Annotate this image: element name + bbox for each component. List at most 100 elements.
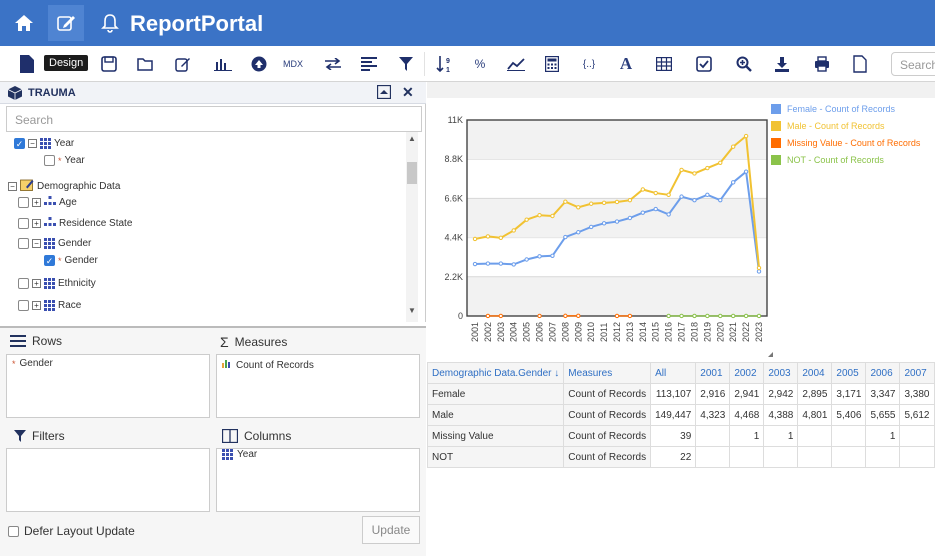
x-tick-label: 2023 [754, 322, 764, 342]
tree-node-gender-hierarchy[interactable]: − Gender [18, 238, 91, 249]
data-point [563, 313, 568, 319]
tree-node-gender-level[interactable]: ✓ * Gender [44, 255, 98, 266]
design-edit-icon[interactable] [48, 5, 84, 41]
level-star-icon: * [58, 155, 62, 166]
column-header[interactable]: All [650, 362, 697, 384]
checkbox-icon[interactable] [18, 197, 29, 208]
toolbar-search-input[interactable]: Search [891, 52, 935, 76]
folder-icon[interactable] [131, 50, 159, 78]
download-icon[interactable] [768, 50, 796, 78]
column-header[interactable]: 2001 [695, 362, 731, 384]
data-point [718, 160, 723, 165]
column-header[interactable]: 2003 [763, 362, 799, 384]
expand-icon[interactable]: + [32, 301, 41, 310]
column-header[interactable]: 2007 [899, 362, 935, 384]
columns-zone-title: Columns [222, 429, 291, 443]
cube-title: TRAUMA [28, 87, 76, 99]
checkbox-icon[interactable] [690, 50, 718, 78]
measures-label: Measures [234, 335, 288, 349]
value-cell: 2,942 [763, 383, 799, 405]
tree-search-input[interactable]: Search [6, 106, 422, 132]
tree-node-residence-state[interactable]: + Residence State [18, 217, 132, 230]
tree-node-race[interactable]: + Race [18, 300, 81, 311]
x-tick-label: 2013 [625, 322, 635, 342]
calculator-icon[interactable] [538, 50, 566, 78]
update-button[interactable]: Update [362, 516, 420, 544]
row-header[interactable]: Male [426, 404, 565, 426]
layout-zones: Rows * Gender Σ Measures Count of Record… [0, 326, 426, 556]
measures-header[interactable]: Measures [563, 362, 652, 384]
tree-node-year-hierarchy[interactable]: ✓ − Year [14, 138, 74, 149]
blank-page-icon[interactable] [846, 50, 874, 78]
upload-circle-icon[interactable] [245, 50, 273, 78]
cube-explorer-panel: TRAUMA ✕ Search ✓ − Year * Year − Demogr… [0, 82, 426, 322]
data-point [485, 313, 491, 319]
value-cell: 3,347 [865, 383, 901, 405]
value-cell: 4,801 [797, 404, 833, 426]
filter-icon[interactable] [392, 50, 420, 78]
text-format-button[interactable]: A [612, 50, 640, 78]
checkbox-icon[interactable] [44, 155, 55, 166]
checkbox-checked-icon[interactable]: ✓ [44, 255, 55, 266]
expand-icon[interactable]: + [32, 279, 41, 288]
expand-icon[interactable]: + [32, 198, 41, 207]
data-point [550, 213, 555, 219]
tree-node-year-level[interactable]: * Year [44, 155, 85, 166]
scroll-down-icon[interactable]: ▼ [408, 306, 416, 315]
expand-icon[interactable]: + [32, 219, 41, 228]
rows-item-gender[interactable]: * Gender [12, 358, 53, 369]
defer-layout-checkbox[interactable]: Defer Layout Update [8, 524, 135, 538]
checkbox-icon[interactable] [18, 238, 29, 249]
column-header[interactable]: 2005 [831, 362, 867, 384]
mdx-button[interactable]: MDX [279, 50, 307, 78]
scroll-up-icon[interactable]: ▲ [408, 134, 416, 143]
collapse-icon[interactable]: − [8, 181, 17, 191]
close-panel-icon[interactable]: ✕ [402, 84, 414, 101]
value-cell: 2,916 [695, 383, 731, 405]
checkbox-icon[interactable] [18, 300, 29, 311]
measures-item-label: Count of Records [236, 359, 314, 371]
bar-chart-icon[interactable] [209, 50, 237, 78]
braces-button[interactable]: {..} [575, 50, 603, 78]
dimension-header[interactable]: Demographic Data.Gender ↓ [426, 362, 565, 384]
design-tooltip: Design [44, 55, 89, 71]
sort-icon[interactable]: 91 [431, 50, 459, 78]
column-header[interactable]: 2006 [865, 362, 901, 384]
columns-item-year[interactable]: Year [222, 449, 257, 460]
tree-node-age[interactable]: + Age [18, 196, 77, 209]
measures-item-count[interactable]: Count of Records [222, 359, 314, 371]
collapse-icon[interactable]: − [32, 239, 41, 248]
table-icon[interactable] [650, 50, 678, 78]
checkbox-icon[interactable] [18, 278, 29, 289]
x-tick-label: 2004 [509, 322, 519, 342]
column-header[interactable]: 2004 [797, 362, 833, 384]
tree-scrollbar[interactable]: ▲ ▼ [406, 132, 418, 322]
tree-node-ethnicity[interactable]: + Ethnicity [18, 278, 96, 289]
collapse-panel-icon[interactable] [376, 84, 392, 102]
column-header[interactable]: 2002 [729, 362, 765, 384]
new-file-icon[interactable] [13, 50, 41, 78]
checkbox-icon[interactable] [18, 218, 29, 229]
line-chart-icon[interactable] [502, 50, 530, 78]
value-cell [865, 446, 901, 468]
home-icon[interactable] [6, 5, 42, 41]
percent-button[interactable]: % [466, 50, 494, 78]
checkbox-checked-icon[interactable]: ✓ [14, 138, 25, 149]
x-tick-label: 2003 [496, 322, 506, 342]
save-icon[interactable] [95, 50, 123, 78]
edit-icon[interactable] [169, 50, 197, 78]
filters-drop-zone[interactable] [6, 448, 210, 512]
bell-icon[interactable] [92, 5, 128, 41]
row-header[interactable]: Female [426, 383, 565, 405]
row-header[interactable]: Missing Value [426, 425, 565, 447]
collapse-icon[interactable]: − [28, 139, 37, 148]
print-icon[interactable] [808, 50, 836, 78]
swap-axes-icon[interactable] [319, 50, 347, 78]
scroll-thumb[interactable] [407, 162, 417, 184]
tree-node-demographic-data[interactable]: − Demographic Data [8, 178, 120, 194]
zoom-in-icon[interactable] [730, 50, 758, 78]
row-header[interactable]: NOT [426, 446, 565, 468]
align-icon[interactable] [355, 50, 383, 78]
y-tick-label: 0 [458, 311, 463, 321]
checkbox-icon[interactable] [8, 525, 19, 537]
